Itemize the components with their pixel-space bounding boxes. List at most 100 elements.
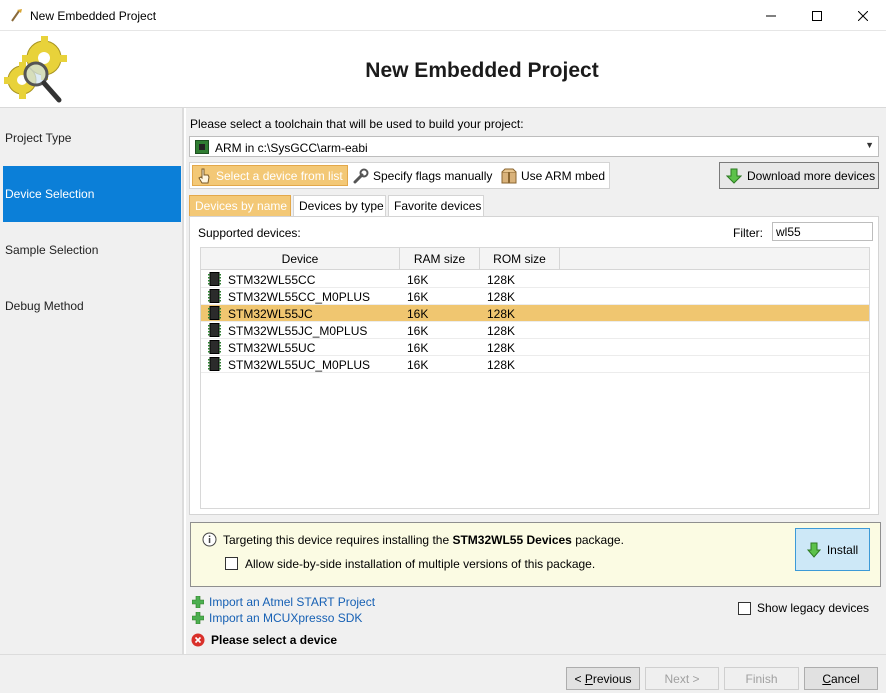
filter-input[interactable] bbox=[772, 222, 873, 241]
cancel-label: Cancel bbox=[822, 672, 859, 686]
table-row[interactable]: STM32WL55JC 16K 128K bbox=[201, 305, 869, 322]
ram-size-cell: 16K bbox=[407, 341, 429, 355]
table-row[interactable]: STM32WL55CC_M0PLUS 16K 128K bbox=[201, 288, 869, 305]
download-arrow-icon bbox=[726, 168, 742, 184]
download-arrow-icon bbox=[806, 542, 821, 558]
finish-label: Finish bbox=[745, 671, 778, 686]
finish-button[interactable]: Finish bbox=[724, 667, 799, 690]
minimize-button[interactable] bbox=[748, 0, 794, 31]
notice-text-after: package. bbox=[571, 533, 624, 547]
package-notice: Targeting this device requires installin… bbox=[190, 522, 881, 587]
main-panel: Please select a toolchain that will be u… bbox=[186, 108, 886, 654]
column-header-rom[interactable]: ROM size bbox=[480, 248, 560, 270]
chip-icon bbox=[208, 340, 221, 354]
plus-icon bbox=[192, 612, 204, 624]
import-atmel-link[interactable]: Import an Atmel START Project bbox=[192, 594, 375, 610]
download-more-devices-button[interactable]: Download more devices bbox=[719, 162, 879, 189]
rom-size-cell: 128K bbox=[487, 290, 516, 304]
sidebar-item-label: Project Type bbox=[5, 131, 72, 145]
table-row[interactable]: STM32WL55CC 16K 128K bbox=[201, 271, 869, 288]
error-icon bbox=[191, 633, 205, 647]
mode-specify-flags-label: Specify flags manually bbox=[373, 168, 493, 183]
show-legacy-label: Show legacy devices bbox=[757, 601, 870, 615]
mode-specify-flags[interactable]: Specify flags manually bbox=[350, 165, 496, 186]
sidebar-item-device-selection[interactable]: Device Selection bbox=[3, 166, 181, 222]
wizard-sidebar: Project Type Device Selection Sample Sel… bbox=[0, 108, 184, 654]
chip-icon bbox=[208, 306, 221, 320]
tab-label: Favorite devices bbox=[394, 199, 482, 213]
import-mcuxpresso-link[interactable]: Import an MCUXpresso SDK bbox=[192, 610, 362, 626]
device-name-cell: STM32WL55CC bbox=[228, 273, 316, 287]
sidebar-item-sample-selection[interactable]: Sample Selection bbox=[3, 222, 181, 278]
toolchain-select[interactable]: ARM in c:\SysGCC\arm-eabi ▼ bbox=[189, 136, 879, 157]
sidebar-item-label: Device Selection bbox=[5, 187, 95, 201]
table-row[interactable]: STM32WL55JC_M0PLUS 16K 128K bbox=[201, 322, 869, 339]
notice-text-before: Targeting this device requires installin… bbox=[223, 533, 453, 547]
ram-size-cell: 16K bbox=[407, 358, 429, 372]
next-button[interactable]: Next > bbox=[645, 667, 719, 690]
app-icon bbox=[11, 9, 22, 22]
next-label: Next > bbox=[664, 671, 700, 686]
download-more-devices-label: Download more devices bbox=[747, 168, 876, 183]
install-label: Install bbox=[826, 542, 859, 557]
ram-size-cell: 16K bbox=[407, 307, 429, 321]
previous-button[interactable]: < Previous bbox=[566, 667, 640, 690]
show-legacy-devices[interactable]: Show legacy devices bbox=[738, 601, 869, 615]
cancel-button[interactable]: Cancel bbox=[804, 667, 878, 690]
mode-use-mbed-label: Use ARM mbed bbox=[521, 168, 606, 183]
table-row[interactable]: STM32WL55UC_M0PLUS 16K 128K bbox=[201, 356, 869, 373]
previous-rest: revious bbox=[592, 671, 632, 686]
install-button[interactable]: Install bbox=[795, 528, 870, 571]
tab-label: Devices by name bbox=[195, 199, 288, 213]
error-message: Please select a device bbox=[211, 633, 338, 647]
device-list-panel: Supported devices: Filter: Device RAM si… bbox=[189, 216, 879, 515]
maximize-icon bbox=[812, 10, 822, 21]
ram-size-cell: 16K bbox=[407, 290, 429, 304]
chip-icon bbox=[208, 323, 221, 337]
mode-select-from-list[interactable]: Select a device from list bbox=[192, 165, 348, 186]
rom-size-cell: 128K bbox=[487, 324, 516, 338]
rom-size-cell: 128K bbox=[487, 341, 516, 355]
hand-pointer-icon bbox=[198, 168, 210, 183]
sidebar-item-label: Sample Selection bbox=[5, 243, 99, 257]
previous-prefix: < bbox=[574, 671, 585, 686]
import-mcuxpresso-label: Import an MCUXpresso SDK bbox=[209, 611, 363, 625]
side-by-side-checkbox[interactable] bbox=[225, 557, 238, 570]
close-button[interactable] bbox=[840, 0, 886, 31]
device-name-cell: STM32WL55UC_M0PLUS bbox=[228, 358, 371, 372]
mode-use-mbed[interactable]: Use ARM mbed bbox=[498, 165, 609, 186]
chip-icon bbox=[208, 289, 221, 303]
close-icon bbox=[858, 10, 868, 21]
cancel-rest: ancel bbox=[830, 671, 860, 686]
device-name-cell: STM32WL55UC bbox=[228, 341, 316, 355]
column-header-ram[interactable]: RAM size bbox=[400, 248, 480, 270]
tab-devices-by-type[interactable]: Devices by type bbox=[293, 195, 386, 216]
table-row[interactable]: STM32WL55UC 16K 128K bbox=[201, 339, 869, 356]
device-name-cell: STM32WL55JC bbox=[228, 307, 313, 321]
column-header-device[interactable]: Device bbox=[201, 248, 400, 270]
mode-select-from-list-label: Select a device from list bbox=[216, 168, 343, 183]
tab-devices-by-name[interactable]: Devices by name bbox=[189, 195, 291, 216]
package-name: STM32WL55 Devices bbox=[452, 533, 572, 547]
import-atmel-label: Import an Atmel START Project bbox=[209, 595, 376, 609]
sidebar-item-label: Debug Method bbox=[5, 299, 84, 313]
tab-favorite-devices[interactable]: Favorite devices bbox=[388, 195, 484, 216]
filter-label: Filter: bbox=[733, 226, 763, 240]
rom-size-cell: 128K bbox=[487, 358, 516, 372]
rom-size-cell: 128K bbox=[487, 307, 516, 321]
device-name-cell: STM32WL55JC_M0PLUS bbox=[228, 324, 368, 338]
rom-size-cell: 128K bbox=[487, 273, 516, 287]
page-title: New Embedded Project bbox=[365, 59, 599, 82]
previous-label: < Previous bbox=[574, 672, 631, 686]
validation-error: Please select a device bbox=[191, 633, 337, 647]
info-icon bbox=[202, 532, 217, 547]
sidebar-item-debug-method[interactable]: Debug Method bbox=[3, 278, 181, 334]
device-mode-bar: Select a device from list Specify flags … bbox=[189, 162, 610, 189]
sidebar-item-project-type[interactable]: Project Type bbox=[3, 110, 181, 166]
show-legacy-checkbox[interactable] bbox=[738, 601, 751, 615]
title-bar: New Embedded Project bbox=[0, 0, 886, 31]
maximize-button[interactable] bbox=[794, 0, 840, 31]
ram-size-cell: 16K bbox=[407, 273, 429, 287]
side-by-side-label: Allow side-by-side installation of multi… bbox=[245, 557, 596, 571]
package-box-icon bbox=[501, 168, 517, 183]
